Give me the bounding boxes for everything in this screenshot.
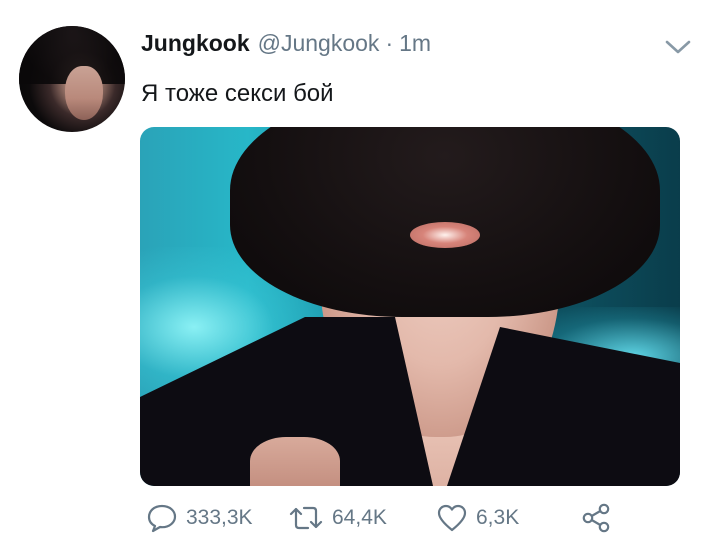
share-button[interactable] [580, 503, 612, 533]
retweet-icon [289, 506, 323, 530]
separator-dot: · [385, 30, 394, 56]
avatar-face [65, 66, 103, 120]
retweet-count: 64,4K [332, 506, 387, 529]
tweet-header: Jungkook @Jungkook · 1m [141, 30, 431, 64]
reply-icon [147, 504, 177, 533]
reply-count: 333,3K [186, 506, 253, 529]
share-icon [582, 503, 610, 533]
retweet-button[interactable]: 64,4K [288, 503, 387, 533]
photo-lips [410, 222, 480, 248]
avatar[interactable] [19, 26, 125, 132]
tweet-media-photo[interactable] [140, 127, 680, 486]
like-button[interactable]: 6,3K [436, 503, 519, 533]
like-count: 6,3K [476, 506, 520, 529]
timestamp[interactable]: 1m [399, 30, 431, 57]
reply-button[interactable]: 333,3K [146, 503, 253, 533]
chevron-down-icon[interactable] [664, 38, 692, 56]
tweet-actions: 333,3K 64,4K 6,3K [140, 503, 640, 533]
photo-hand [250, 437, 340, 486]
user-handle[interactable]: @Jungkook [258, 30, 380, 57]
display-name[interactable]: Jungkook [141, 30, 250, 57]
heart-icon [437, 504, 467, 532]
tweet-text: Я тоже секси бой [141, 80, 334, 107]
